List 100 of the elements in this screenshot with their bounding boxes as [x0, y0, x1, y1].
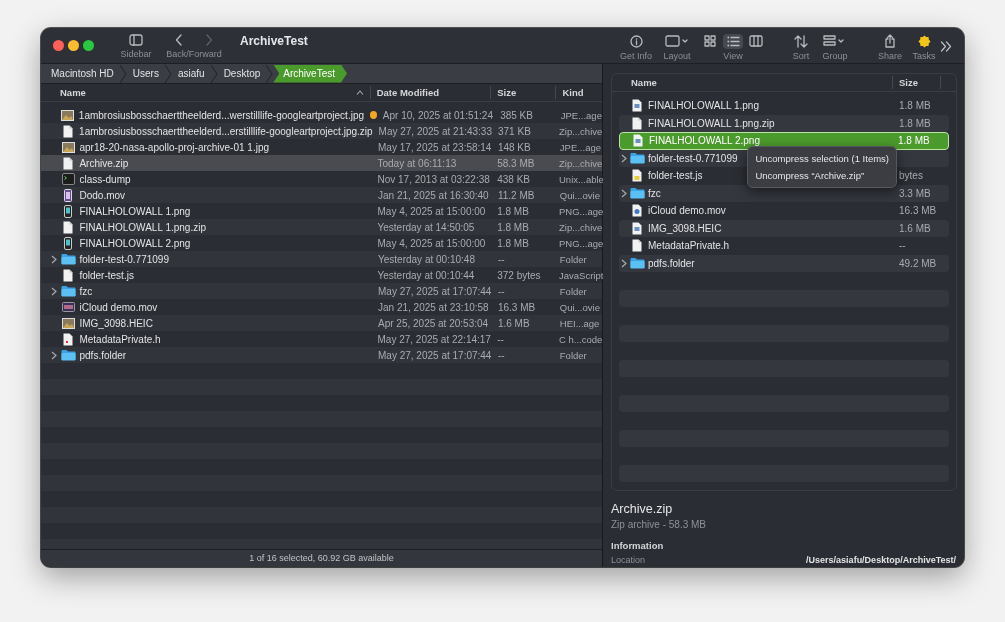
path-segment[interactable]: Users	[126, 64, 165, 83]
disclosure-icon[interactable]	[51, 350, 58, 360]
path-segment[interactable]: Desktop	[217, 64, 267, 83]
toolbar-button[interactable]: Tasks	[908, 33, 940, 61]
phone-icon	[64, 204, 73, 218]
video-file-icon	[632, 204, 642, 218]
toolbar-button[interactable]: Back/Forward	[164, 32, 224, 59]
file-row[interactable]: folder-test.js Yesterday at 00:10:44 372 bytes JavaScript	[41, 267, 602, 283]
file-row[interactable]: class-dump Nov 17, 2013 at 03:22:38 438 KB Unix...able	[41, 171, 602, 187]
file-name[interactable]: MetadataPrivate.h	[645, 240, 730, 252]
kind-cell-text: Zip...chive	[558, 157, 602, 169]
size-cell-text: 49.2 MB	[899, 257, 938, 269]
file-name: fzc	[79, 285, 93, 297]
file-name[interactable]: iCloud demo.mov	[645, 205, 726, 217]
column-header[interactable]: Date Modified	[370, 86, 492, 99]
size-cell-text: 372 bytes	[496, 269, 542, 281]
file-row[interactable]: 1ambrosiusbosschaerttheelderd...erstilllife-googleartproject.jpg.zip May 27, 2025 at 21:43:33 371 KB Zip...chive	[41, 123, 602, 139]
close-button[interactable]	[53, 40, 64, 51]
file-name: 1ambrosiusbosschaerttheelderd...erstilllife-googleartproject.jpg.zip	[79, 125, 373, 137]
date-cell-text: May 17, 2025 at 23:58:14	[377, 141, 492, 153]
minimize-button[interactable]	[68, 40, 79, 51]
toolbar-button[interactable]: Get Info	[616, 33, 656, 61]
file-name: MetadataPrivate.h	[79, 333, 161, 345]
path-segment[interactable]: ArchiveTest	[273, 64, 347, 83]
archive-row[interactable]: pdfs.folder 49.2 MB	[619, 254, 949, 272]
menu-item[interactable]: Uncompress selection (1 Items)	[748, 150, 896, 167]
file-row[interactable]: pdfs.folder May 27, 2025 at 17:07:44 -- Folder	[41, 347, 602, 363]
section-heading: Information	[611, 540, 665, 551]
date-cell-text: Yesterday at 14:50:05	[376, 221, 476, 233]
file-name: Archive.zip	[79, 157, 129, 169]
archive-row[interactable]: FINALHOLOWALL 1.png.zip 1.8 MB	[619, 114, 949, 132]
document-icon	[63, 268, 74, 282]
file-name: IMG_3098.HEIC	[79, 317, 153, 329]
document-icon	[63, 220, 74, 234]
back-icon[interactable]	[175, 33, 183, 46]
disclosure-icon[interactable]	[621, 153, 627, 163]
size-cell-text: 1.8 MB	[496, 221, 530, 233]
sort-ascending-icon	[355, 90, 364, 95]
menu-item[interactable]: Uncompress “Archive.zip”	[748, 167, 896, 184]
column-header[interactable]: Size	[491, 86, 557, 99]
size-cell-text: --	[496, 333, 505, 345]
image-icon	[61, 109, 75, 121]
file-name: FINALHOLOWALL 1.png	[79, 205, 191, 217]
path-segment[interactable]: asiafu	[171, 64, 211, 83]
disclosure-icon[interactable]	[621, 188, 627, 198]
view-mode-button[interactable]	[723, 33, 743, 49]
file-row[interactable]: fzc May 27, 2025 at 17:07:44 -- Folder	[41, 283, 602, 299]
file-name[interactable]: FINALHOLOWALL 1.png	[645, 100, 759, 112]
file-name: folder-test.js	[79, 269, 134, 281]
file-row[interactable]: FINALHOLOWALL 1.png.zip Yesterday at 14:50:05 1.8 MB Zip...chive	[41, 219, 602, 235]
disclosure-icon[interactable]	[621, 258, 627, 268]
file-row[interactable]: IMG_3098.HEIC Apr 25, 2025 at 20:53:04 1.6 MB HEI...age	[41, 315, 602, 331]
file-row[interactable]: folder-test-0.771099 Yesterday at 00:10:48 -- Folder	[41, 251, 602, 267]
window-title: ArchiveTest	[240, 33, 308, 48]
file-name: iCloud demo.mov	[79, 301, 158, 313]
size-cell-text: 58.3 MB	[496, 157, 536, 169]
file-name: FINALHOLOWALL 1.png.zip	[79, 221, 206, 233]
file-row[interactable]: Archive.zip Today at 06:11:13 58.3 MB Zip...chive	[41, 155, 602, 171]
file-name: pdfs.folder	[647, 257, 695, 269]
phone-icon	[64, 236, 73, 250]
view-mode-button[interactable]	[746, 33, 766, 49]
column-header[interactable]: Name	[631, 77, 657, 88]
kind-cell-text: Zip...chive	[558, 221, 602, 233]
file-name: FINALHOLOWALL 2.png	[648, 135, 760, 147]
file-name[interactable]: folder-test.js	[645, 170, 703, 182]
file-row[interactable]: 1ambrosiusbosschaerttheelderd...werstilllife-googleartproject.jpg Apr 10, 2025 at 01:51:24 385 KB JPE...age	[41, 107, 602, 123]
file-row[interactable]: FINALHOLOWALL 2.png May 4, 2025 at 15:00:00 1.8 MB PNG...age	[41, 235, 602, 251]
archive-row[interactable]: fzc 3.3 MB	[619, 184, 949, 202]
file-row[interactable]: iCloud demo.mov Jan 21, 2025 at 23:10:58 16.3 MB Qui...ovie	[41, 299, 602, 315]
size-cell-text: 148 KB	[496, 141, 532, 153]
folder-icon	[629, 152, 645, 165]
column-header[interactable]: Kind	[556, 86, 602, 99]
kind-cell-text: Zip...chive	[558, 125, 602, 137]
date-cell-text: May 4, 2025 at 15:00:00	[376, 237, 487, 249]
file-row[interactable]: FINALHOLOWALL 1.png May 4, 2025 at 15:00:00 1.8 MB PNG...age	[41, 203, 602, 219]
file-row[interactable]: MetadataPrivate.h May 27, 2025 at 22:14:17 -- C h...code	[41, 331, 602, 347]
toolbar-button[interactable]: Sidebar	[114, 32, 158, 59]
file-row[interactable]: apr18-20-nasa-apollo-proj-archive-01 1.jpg May 17, 2025 at 23:58:14 148 KB JPE...age	[41, 139, 602, 155]
path-segment[interactable]: Macintosh HD	[45, 64, 120, 83]
disclosure-icon[interactable]	[51, 254, 58, 264]
date-cell-text: May 27, 2025 at 17:07:44	[377, 285, 492, 297]
toolbar-button[interactable]: Sort	[786, 33, 816, 61]
toolbar-button[interactable]: Group	[816, 33, 854, 61]
preview-title: Archive.zip	[611, 502, 674, 516]
badge-icon	[917, 34, 931, 48]
field-value: /Users/asiafu/Desktop/ArchiveTest/	[806, 555, 956, 565]
toolbar-button[interactable]: Layout	[658, 33, 696, 61]
disclosure-icon[interactable]	[51, 286, 58, 296]
date-cell-text: May 27, 2025 at 21:43:33	[377, 125, 492, 137]
column-header[interactable]: Size	[899, 77, 918, 88]
sidebar-icon	[129, 33, 143, 46]
file-row[interactable]: Dodo.mov Jan 21, 2025 at 16:30:40 11.2 MB Qui...ovie	[41, 187, 602, 203]
image-file-icon	[632, 99, 642, 113]
toolbar-button[interactable]: Share	[872, 33, 908, 61]
folder-icon	[629, 257, 645, 270]
zoom-button[interactable]	[83, 40, 94, 51]
archive-row[interactable]: IMG_3098.HEIC 1.6 MB	[619, 219, 949, 237]
file-name: pdfs.folder	[79, 349, 127, 361]
column-header[interactable]: Name	[49, 86, 371, 99]
archive-row[interactable]: FINALHOLOWALL 2.png 1.8 MB	[619, 132, 949, 150]
